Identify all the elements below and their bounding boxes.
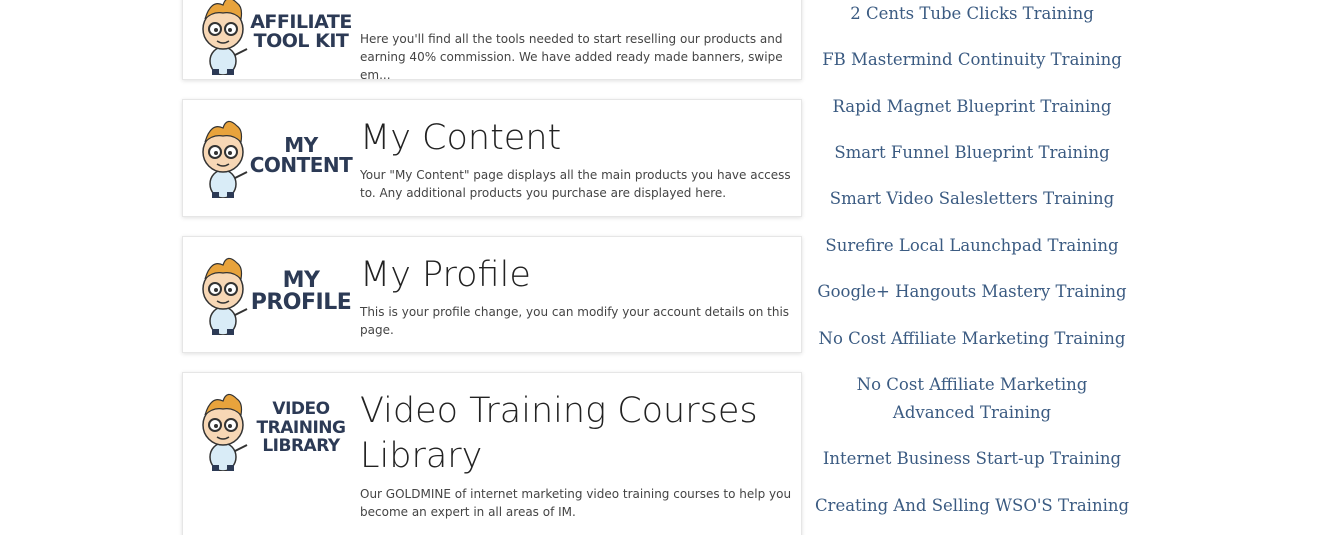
mascot-icon [202, 120, 248, 198]
video-training-library-logo-text: VIDEO TRAINING LIBRARY [256, 398, 346, 457]
link-fb-mastermind-continuity-training[interactable]: FB Mastermind Continuity Training [812, 46, 1132, 74]
video-training-library-logo: VIDEO TRAINING LIBRARY [197, 385, 347, 471]
card-title: Video Training Courses Library [360, 391, 758, 476]
card-affiliate-tool-kit[interactable]: AFFILIATE TOOL KIT Affiliate Tool Kit He… [182, 0, 802, 82]
card-video-training-library[interactable]: VIDEO TRAINING LIBRARY Video Training Co… [182, 372, 802, 535]
card-description: Your "My Content" page displays all the … [360, 168, 791, 200]
my-profile-logo-text: MY PROFILE [250, 268, 352, 315]
link-rapid-magnet-blueprint-training[interactable]: Rapid Magnet Blueprint Training [812, 93, 1132, 121]
card-title: Affiliate Tool Kit [360, 0, 631, 8]
link-internet-business-start-up-training[interactable]: Internet Business Start-up Training [812, 445, 1132, 473]
my-profile-logo: MY PROFILE [197, 249, 352, 335]
card-description: This is your profile change, you can mod… [360, 305, 790, 337]
card-description: Our GOLDMINE of internet marketing video… [360, 487, 792, 519]
mascot-icon [202, 0, 248, 75]
affiliate-tool-kit-logo-text: AFFILIATE TOOL KIT [250, 11, 352, 52]
link-surefire-local-launchpad-training[interactable]: Surefire Local Launchpad Training [812, 232, 1132, 260]
mascot-icon [202, 257, 248, 335]
my-content-logo: MY CONTENT [197, 112, 353, 198]
link-2-cents-tube-clicks-training[interactable]: 2 Cents Tube Clicks Training [812, 0, 1132, 28]
page: AFFILIATE TOOL KIT Affiliate Tool Kit He… [0, 0, 1319, 535]
link-no-cost-affiliate-marketing-training[interactable]: No Cost Affiliate Marketing Training [812, 325, 1132, 353]
mascot-icon [202, 393, 248, 471]
link-smart-funnel-blueprint-training[interactable]: Smart Funnel Blueprint Training [812, 139, 1132, 167]
link-no-cost-affiliate-marketing-advanced-training[interactable]: No Cost Affiliate Marketing Advanced Tra… [812, 371, 1132, 427]
card-title: My Profile [360, 255, 531, 295]
card-my-profile[interactable]: MY PROFILE My Profile This is your profi… [182, 236, 802, 353]
card-my-content[interactable]: MY CONTENT My Content Your "My Content" … [182, 99, 802, 217]
link-smart-video-salesletters-training[interactable]: Smart Video Salesletters Training [812, 185, 1132, 213]
my-content-logo-text: MY CONTENT [249, 133, 353, 177]
card-description: Here you'll find all the tools needed to… [360, 32, 783, 82]
link-google-hangouts-mastery-training[interactable]: Google+ Hangouts Mastery Training [812, 278, 1132, 306]
card-title: My Content [360, 118, 562, 158]
link-creating-and-selling-wsos-training[interactable]: Creating And Selling WSO'S Training [812, 492, 1132, 520]
affiliate-tool-kit-logo: AFFILIATE TOOL KIT [197, 0, 352, 75]
